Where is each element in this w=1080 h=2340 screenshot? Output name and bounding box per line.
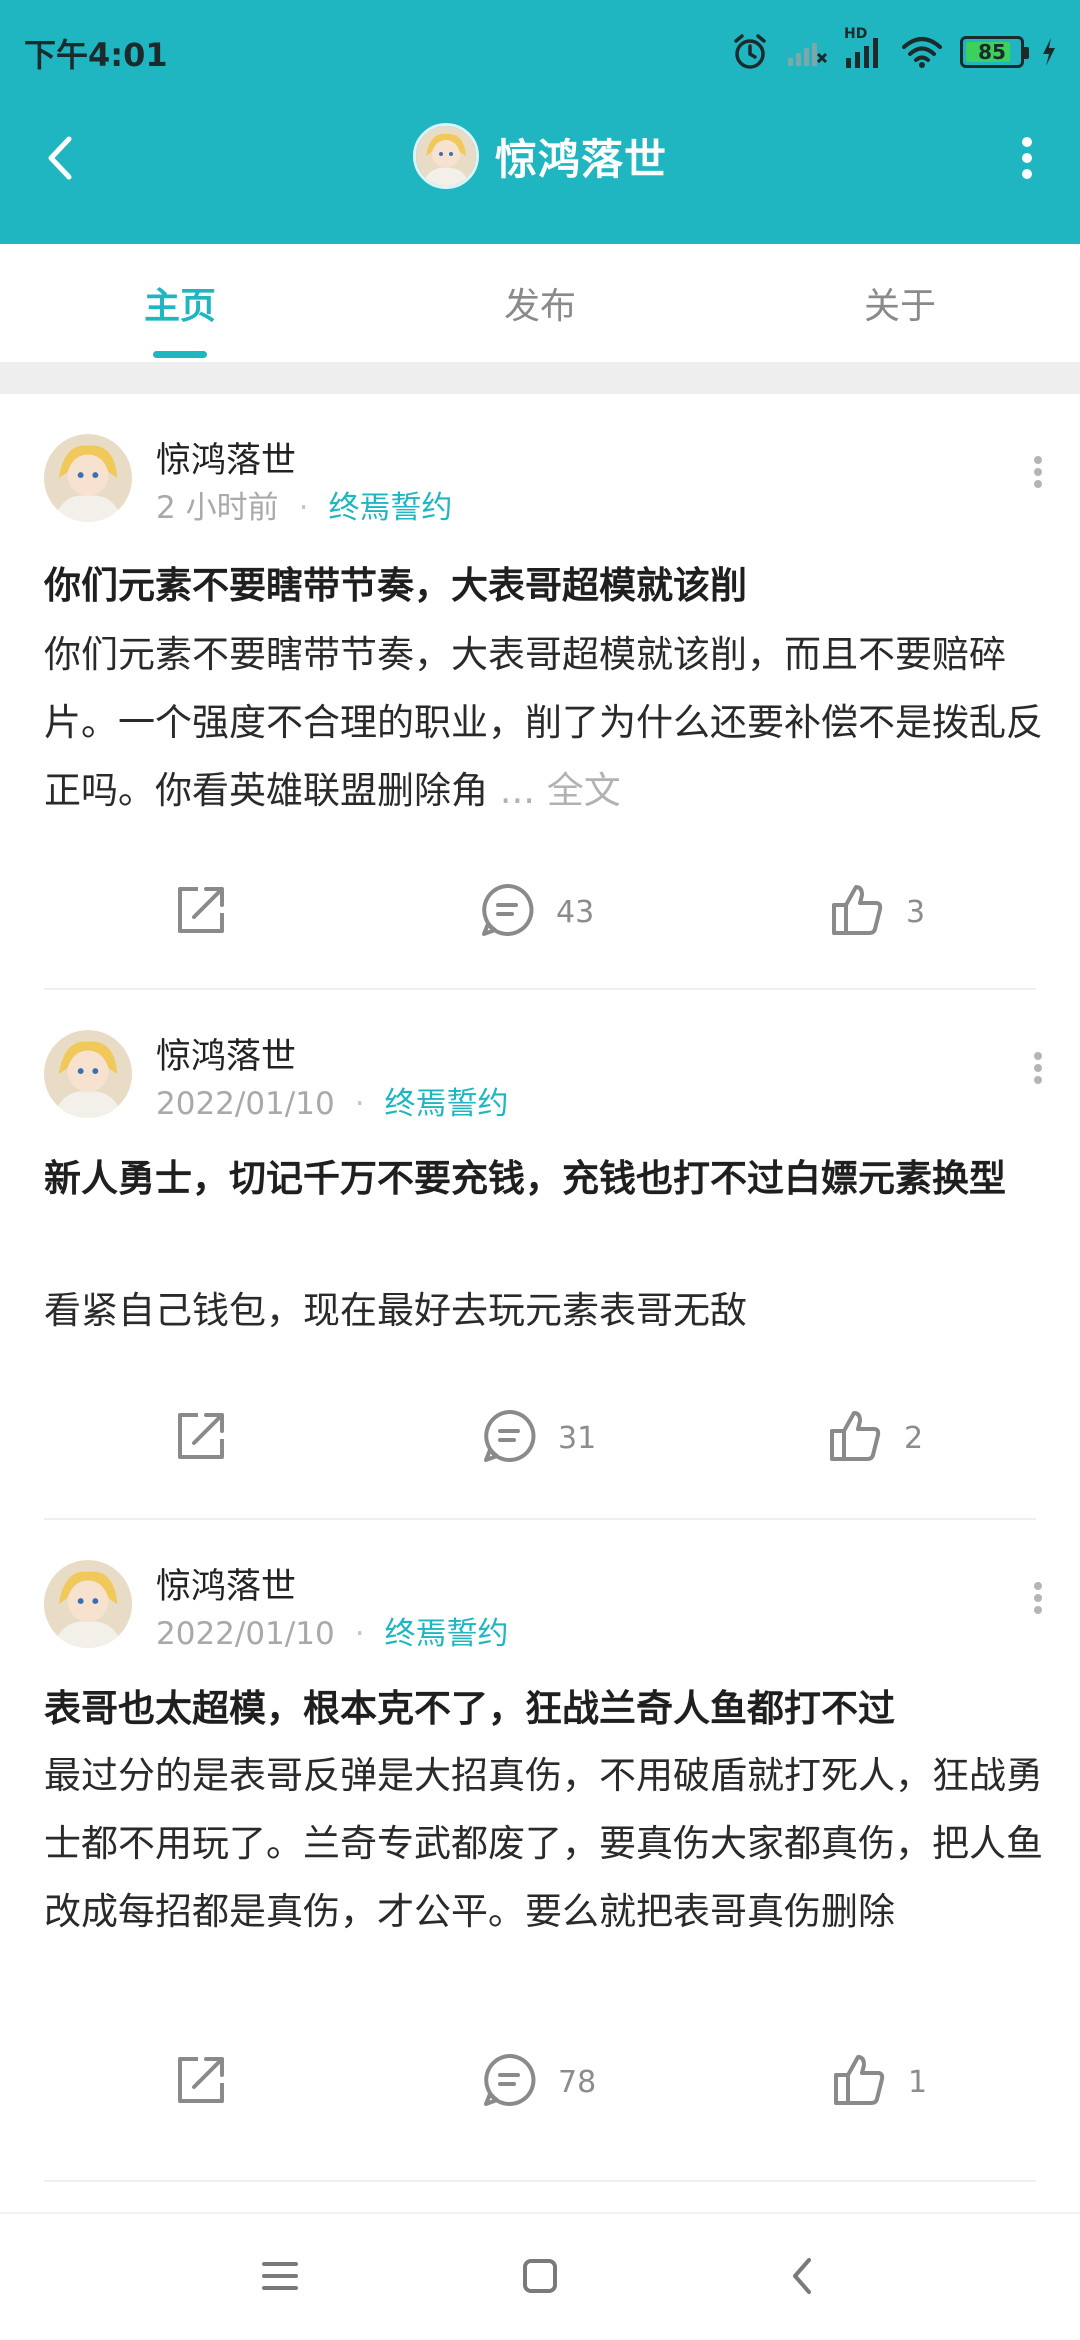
comment-count: 43: [556, 894, 595, 930]
tab-label-publish: 发布: [503, 286, 576, 327]
thumbs-up-icon: [830, 2051, 888, 2113]
share-icon: [172, 881, 230, 943]
post-actions: 43 3: [0, 872, 1080, 952]
post-more-button[interactable]: [1018, 444, 1058, 504]
like-count: 3: [906, 894, 926, 930]
post-time: 2 小时前: [156, 490, 279, 526]
post-more-button[interactable]: [1018, 1040, 1058, 1100]
wifi-icon: [900, 35, 944, 69]
post-topic[interactable]: 终焉誓约: [385, 1086, 509, 1122]
post-body[interactable]: 看紧自己钱包，现在最好去玩元素表哥无敌: [44, 1277, 1044, 1345]
post-meta: 2022/01/10 · 终焉誓约: [156, 1078, 509, 1123]
menu-icon: [260, 2259, 300, 2297]
post-topic[interactable]: 终焉誓约: [385, 1616, 509, 1652]
comment-count: 78: [558, 2064, 597, 2100]
post-body-text: 看紧自己钱包，现在最好去玩元素表哥无敌: [44, 1289, 747, 1332]
tab-about[interactable]: 关于: [720, 244, 1080, 362]
post-time: 2022/01/10: [156, 1616, 335, 1652]
post-time: 2022/01/10: [156, 1086, 335, 1122]
status-time: 下午4:01: [24, 36, 168, 74]
post-title[interactable]: 表哥也太超模，根本克不了，狂战兰奇人鱼都打不过: [44, 1676, 1044, 1742]
tab-label-home: 主页: [143, 286, 216, 327]
battery-cap: [1024, 47, 1029, 59]
more-vertical-icon: [1033, 455, 1043, 493]
read-more-link[interactable]: ... 全文: [500, 769, 621, 812]
like-count: 2: [904, 1420, 924, 1456]
share-button[interactable]: [172, 872, 230, 952]
tab-label-about: 关于: [863, 286, 936, 327]
header: 下午4:01 HD 85 惊鸿落世: [0, 0, 1080, 244]
more-vertical-icon: [1021, 136, 1033, 184]
post-body[interactable]: 你们元素不要瞎带节奏，大表哥超模就该削，而且不要赔碎片。一个强度不合理的职业，削…: [44, 621, 1044, 825]
avatar[interactable]: [44, 1030, 132, 1118]
post-more-button[interactable]: [1018, 1570, 1058, 1630]
comment-button[interactable]: 78: [480, 2042, 596, 2122]
share-button[interactable]: [172, 2042, 230, 2122]
tab-publish[interactable]: 发布: [360, 244, 720, 362]
comment-count: 31: [558, 1420, 597, 1456]
post-meta: 2022/01/10 · 终焉誓约: [156, 1608, 509, 1653]
comment-icon: [478, 881, 536, 943]
meta-separator: ·: [354, 1616, 365, 1652]
nav-back-button[interactable]: [770, 2246, 834, 2310]
thumbs-up-icon: [826, 1407, 884, 1469]
share-icon: [172, 1407, 230, 1469]
comment-button[interactable]: 43: [478, 872, 594, 952]
system-nav-bar: [0, 2212, 1080, 2340]
thumbs-up-icon: [828, 881, 886, 943]
status-icons: HD 85: [730, 26, 1058, 76]
comment-button[interactable]: 31: [480, 1398, 596, 1478]
comment-icon: [480, 2051, 538, 2113]
post-body[interactable]: 最过分的是表哥反弹是大招真伤，不用破盾就打死人，狂战勇士都不用玩了。兰奇专武都废…: [44, 1742, 1044, 1946]
post-author[interactable]: 惊鸿落世: [156, 432, 296, 483]
share-button[interactable]: [172, 1398, 230, 1478]
network-type-label: HD: [844, 26, 868, 42]
app-bar: 惊鸿落世: [0, 105, 1080, 244]
post-topic[interactable]: 终焉誓约: [328, 490, 452, 526]
post-card[interactable]: 惊鸿落世 2022/01/10 · 终焉誓约 表哥也太超模，根本克不了，狂战兰奇人鱼…: [0, 1520, 1080, 2188]
post-author[interactable]: 惊鸿落世: [156, 1028, 296, 1079]
title-wrap: 惊鸿落世: [0, 123, 1080, 189]
more-button[interactable]: [1002, 125, 1052, 195]
avatar[interactable]: [44, 1560, 132, 1648]
tab-bar: 主页 发布 关于: [0, 244, 1080, 362]
more-vertical-icon: [1033, 1051, 1043, 1089]
post-author[interactable]: 惊鸿落世: [156, 1558, 296, 1609]
signal-hd-icon: HD: [844, 26, 884, 70]
battery-percent: 85: [978, 40, 1006, 64]
nav-home-button[interactable]: [508, 2246, 572, 2310]
avatar[interactable]: [44, 434, 132, 522]
tab-home[interactable]: 主页: [0, 244, 360, 362]
post-title[interactable]: 你们元素不要瞎带节奏，大表哥超模就该削: [44, 553, 1044, 619]
comment-icon: [480, 1407, 538, 1469]
meta-separator: ·: [354, 1086, 365, 1122]
nav-back-icon: [787, 2256, 817, 2300]
header-avatar[interactable]: [412, 123, 479, 189]
battery-icon: 85: [960, 36, 1029, 68]
post-meta: 2 小时前 · 终焉誓约: [156, 482, 452, 527]
tab-active-indicator: [153, 351, 207, 358]
like-button[interactable]: 2: [826, 1398, 923, 1478]
page-title: 惊鸿落世: [494, 134, 667, 184]
nav-menu-button[interactable]: [248, 2246, 312, 2310]
share-icon: [172, 2051, 230, 2113]
post-title[interactable]: 新人勇士，切记千万不要充钱，充钱也打不过白嫖元素换型: [44, 1146, 1044, 1212]
section-gap: [0, 362, 1080, 394]
signal-off-icon: [786, 36, 828, 68]
post-actions: 31 2: [0, 1398, 1080, 1478]
post-body-text: 最过分的是表哥反弹是大招真伤，不用破盾就打死人，狂战勇士都不用玩了。兰奇专武都废…: [44, 1754, 1043, 1933]
meta-separator: ·: [298, 490, 309, 526]
more-vertical-icon: [1033, 1581, 1043, 1619]
charging-icon: [1040, 36, 1058, 68]
post-card[interactable]: 惊鸿落世 2022/01/10 · 终焉誓约 新人勇士，切记千万不要充钱，充钱也打不…: [0, 990, 1080, 1520]
post-actions: 78 1: [0, 2042, 1080, 2122]
alarm-icon: [730, 32, 770, 72]
status-bar: 下午4:01 HD 85: [0, 0, 1080, 105]
post-card[interactable]: 惊鸿落世 2 小时前 · 终焉誓约 你们元素不要瞎带节奏，大表哥超模就该削 你们元素…: [0, 394, 1080, 990]
post-divider: [44, 2180, 1036, 2182]
home-square-icon: [520, 2256, 560, 2300]
like-button[interactable]: 3: [828, 872, 925, 952]
like-button[interactable]: 1: [830, 2042, 927, 2122]
like-count: 1: [908, 2064, 928, 2100]
